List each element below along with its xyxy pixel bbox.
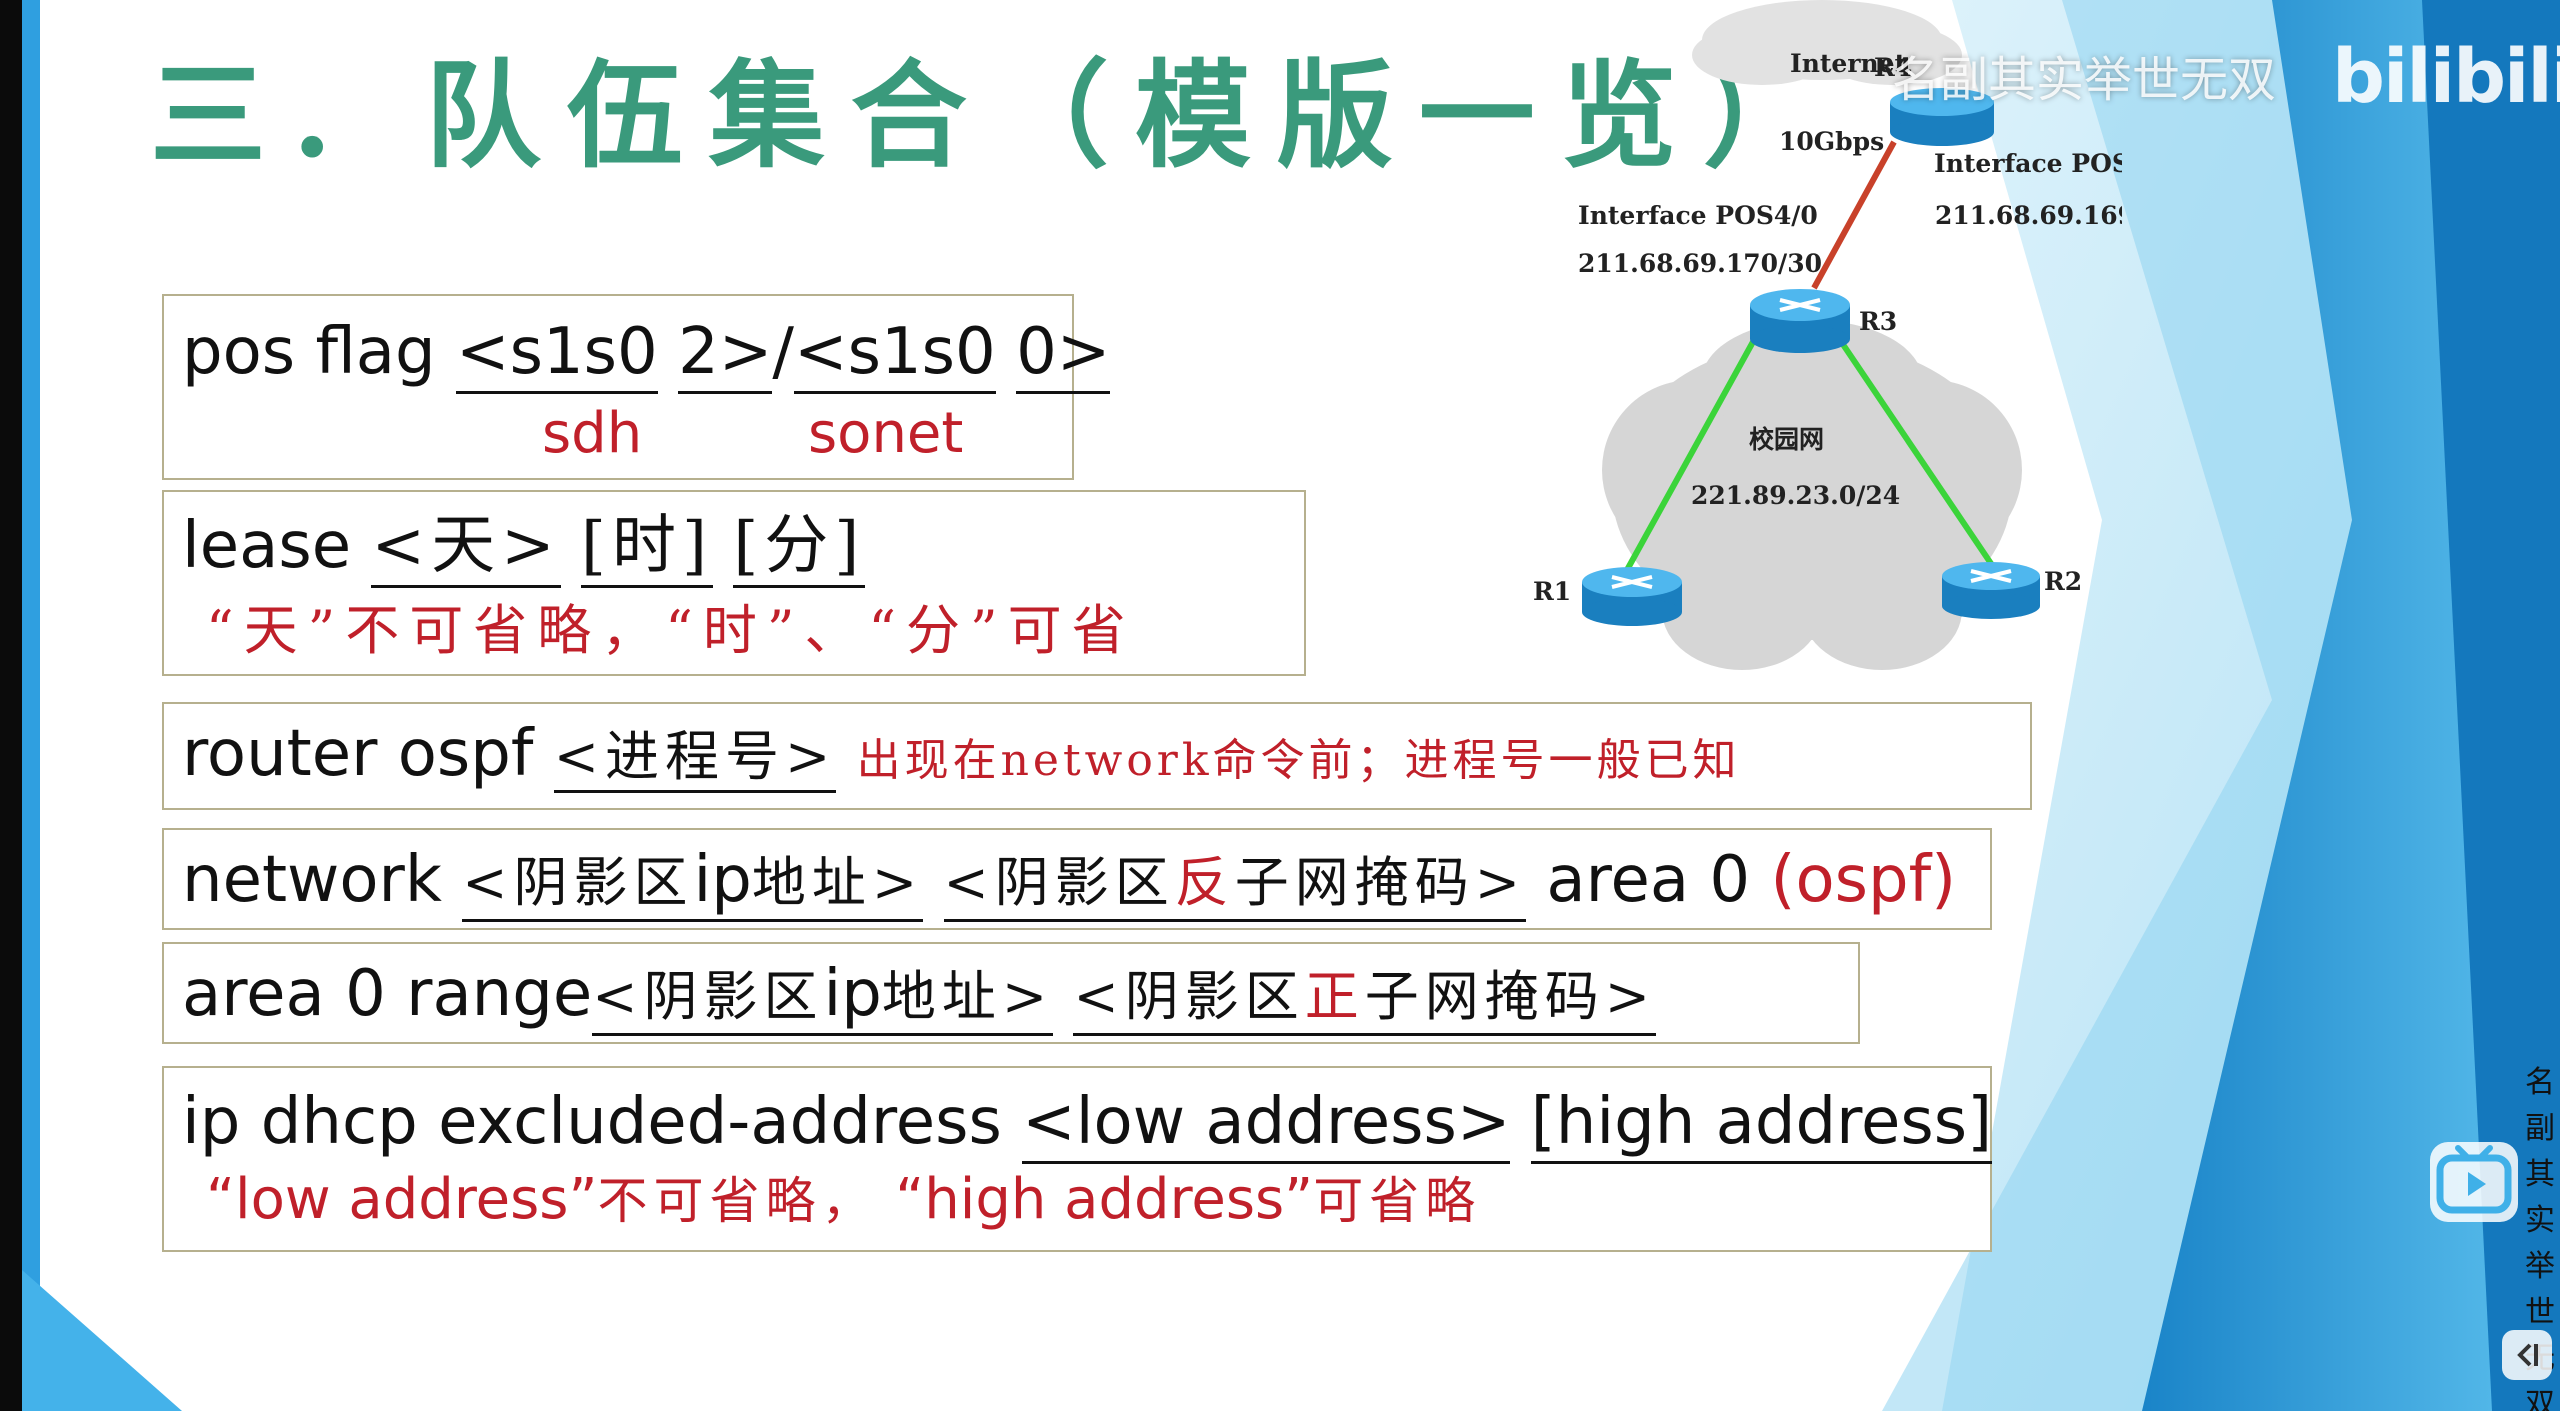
- router-r1-icon: [1582, 567, 1682, 626]
- side-char-8: 双: [2525, 1387, 2555, 1411]
- uplink-r4-r3: [1811, 140, 1897, 290]
- r2-label: R2: [2044, 567, 2082, 596]
- uploader-watermark: 名副其实举世无双: [1892, 52, 2277, 108]
- network-ospf-tag: (ospf): [1770, 843, 1957, 917]
- pos-flag-box: pos flag <s1s0 2>/<s1s0 0> sdh sonet: [162, 294, 1111, 480]
- lease-note: “天”不可省略，“时”、“分”可省: [206, 599, 1136, 662]
- dhcp-high-address-arg: [high address]: [1530, 1085, 1993, 1164]
- network-ip-arg: <阴影区ip地址>: [462, 843, 924, 922]
- router-ospf-box: router ospf <进程号> 出现在network命令前；进程号一般已知: [162, 702, 2032, 810]
- area-range-mask-arg-a: <阴影区: [1073, 965, 1305, 1028]
- router-ospf-process-arg: <进程号>: [553, 725, 837, 793]
- network-wildcard-arg-b: 反: [1174, 851, 1235, 914]
- campus-label: 校园网: [1749, 425, 1824, 454]
- side-char-4: 实: [2525, 1203, 2555, 1238]
- lease-hours-arg: [时]: [581, 509, 713, 588]
- dhcp-note: “low address”不可省略， “high address”可省略: [206, 1172, 1481, 1228]
- dhcp-note-required: 不可省略，: [597, 1172, 878, 1230]
- area-range-ip-arg-a: <阴影区: [592, 965, 824, 1028]
- left-blue-wedge: [22, 0, 40, 1411]
- dhcp-low-address-arg: <low address>: [1022, 1085, 1511, 1164]
- side-char-2: 副: [2525, 1111, 2555, 1146]
- area-range-box: area 0 range<阴影区ip地址> <阴影区正子网掩码>: [162, 942, 1860, 1044]
- dhcp-excluded-command: ip dhcp excluded-address <low address> […: [182, 1085, 1993, 1164]
- collapse-icon[interactable]: [2502, 1330, 2552, 1380]
- area-range-mask-arg: <阴影区正子网掩码>: [1073, 957, 1656, 1036]
- pos-flag-slash: /: [772, 315, 794, 389]
- router-ospf-prefix: router ospf: [182, 717, 554, 791]
- r4-interface: Interface POS4/0: [1934, 149, 2122, 178]
- r3-interface: Interface POS4/0: [1578, 201, 1818, 230]
- area-range-ip-arg-b: ip: [823, 957, 882, 1031]
- dhcp-note-low: “low address”: [206, 1167, 598, 1232]
- r3-ip: 211.68.69.170/30: [1578, 249, 1822, 278]
- side-char-5: 举: [2525, 1249, 2555, 1284]
- network-box: network <阴影区ip地址> <阴影区反子网掩码> area 0 (osp…: [162, 828, 1992, 930]
- network-ip-arg-b: ip: [693, 843, 752, 917]
- tv-play-icon[interactable]: [2430, 1142, 2518, 1222]
- pos-flag-arg1: <s1s0: [455, 315, 658, 394]
- area-range-ip-arg: <阴影区ip地址>: [592, 957, 1054, 1036]
- lease-box: lease <天> [时] [分] “天”不可省略，“时”、“分”可省: [162, 490, 1306, 676]
- dhcp-excluded-prefix: ip dhcp excluded-address: [182, 1085, 1023, 1159]
- network-command: network <阴影区ip地址> <阴影区反子网掩码> area 0 (osp…: [182, 843, 1956, 922]
- network-ip-arg-a: <阴影区: [462, 851, 694, 914]
- area-range-ip-arg-c: 地址>: [881, 965, 1054, 1028]
- area-range-mask-arg-c: 子网掩码>: [1364, 965, 1656, 1028]
- network-wildcard-arg: <阴影区反子网掩码>: [943, 843, 1526, 922]
- dhcp-excluded-box: ip dhcp excluded-address <low address> […: [162, 1066, 1993, 1252]
- router-ospf-command: router ospf <进程号> 出现在network命令前；进程号一般已知: [182, 722, 1741, 793]
- r3-label: R3: [1859, 307, 1897, 336]
- campus-network: 221.89.23.0/24: [1691, 481, 1900, 510]
- left-blue-corner: [22, 1270, 182, 1411]
- sonet-note: sonet: [808, 401, 964, 466]
- speed-label: 10Gbps: [1779, 127, 1884, 156]
- network-prefix: network: [182, 843, 463, 917]
- area-range-command: area 0 range<阴影区ip地址> <阴影区正子网掩码>: [182, 957, 1656, 1036]
- network-wildcard-arg-a: <阴影区: [943, 851, 1175, 914]
- sdh-note: sdh: [542, 401, 643, 466]
- network-wildcard-arg-c: 子网掩码>: [1234, 851, 1526, 914]
- lease-command: lease <天> [时] [分]: [182, 509, 866, 588]
- pos-flag-command: pos flag <s1s0 2>/<s1s0 0>: [182, 315, 1111, 394]
- area-range-prefix: area 0 range: [182, 957, 593, 1031]
- side-char-3: 其: [2525, 1157, 2555, 1192]
- lease-days-arg: <天>: [371, 509, 561, 588]
- dhcp-note-high: “high address”: [895, 1167, 1314, 1232]
- side-char-1: 名: [2525, 1065, 2555, 1100]
- bilibili-logo: bilibili: [2332, 34, 2560, 120]
- pos-flag-arg2: 2>: [678, 315, 773, 394]
- lease-prefix: lease: [182, 509, 372, 583]
- router-r3-icon: [1750, 289, 1850, 353]
- r1-label: R1: [1533, 577, 1571, 606]
- pos-flag-prefix: pos flag: [182, 315, 456, 389]
- network-area: area 0: [1526, 843, 1771, 917]
- r4-ip: 211.68.69.169/30: [1935, 201, 2122, 230]
- pos-flag-arg4: 0>: [1016, 315, 1111, 394]
- lease-minutes-arg: [分]: [733, 509, 866, 588]
- dhcp-note-optional: 可省略: [1313, 1172, 1482, 1230]
- slide: 三. 队伍集合（模版一览） Internet R4 10Gbps Interfa…: [22, 0, 2560, 1411]
- pos-flag-arg3: <s1s0: [793, 315, 996, 394]
- router-ospf-hint: 出现在network命令前；进程号一般已知: [856, 735, 1741, 786]
- watermark-overlay: 名副其实举世无双: [1892, 40, 2276, 110]
- router-r2-icon: [1942, 562, 2040, 619]
- area-range-mask-arg-b: 正: [1304, 965, 1365, 1028]
- network-ip-arg-c: 地址>: [751, 851, 924, 914]
